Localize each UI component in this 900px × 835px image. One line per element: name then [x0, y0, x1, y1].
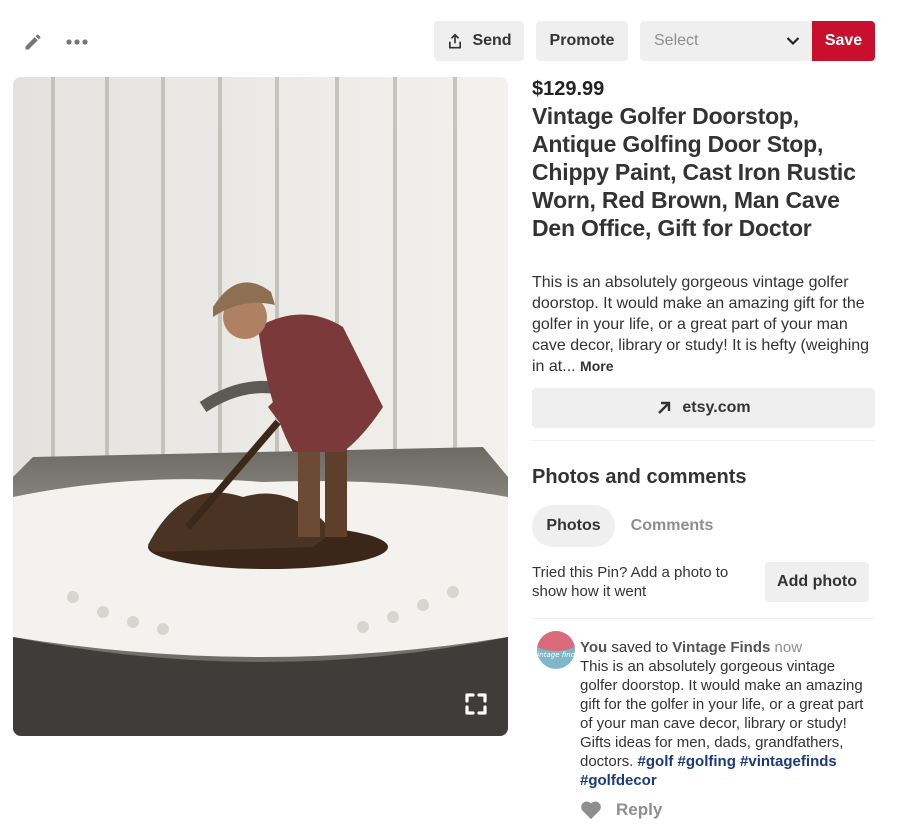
board-select[interactable]: Select — [640, 21, 812, 61]
comment-actions: Reply — [580, 800, 662, 820]
edit-pencil-icon[interactable] — [18, 28, 48, 56]
hashtag[interactable]: #golfing — [678, 753, 736, 770]
add-photo-label: Add photo — [777, 573, 857, 590]
tab-photos[interactable]: Photos — [532, 505, 615, 547]
reply-button[interactable]: Reply — [616, 800, 662, 820]
promote-label: Promote — [549, 32, 615, 49]
tried-pin-prompt: Tried this Pin? Add a photo to show how … — [532, 564, 729, 600]
avatar-text: vintage finds — [537, 651, 575, 659]
pin-title: Vintage Golfer Doorstop, Antique Golfing… — [532, 103, 856, 241]
pin-description: This is an absolutely gorgeous vintage g… — [532, 272, 875, 377]
comment-user[interactable]: You — [580, 639, 607, 656]
more-link[interactable]: More — [580, 358, 613, 374]
pin-price: $129.99 — [532, 78, 605, 100]
tab-comments[interactable]: Comments — [622, 505, 722, 547]
add-photo-button[interactable]: Add photo — [765, 562, 869, 602]
comment-action: saved to — [611, 639, 669, 656]
send-label: Send — [472, 32, 512, 49]
pin-image[interactable] — [13, 77, 508, 736]
divider — [532, 618, 875, 619]
avatar[interactable]: vintage finds — [537, 631, 575, 669]
comment-board[interactable]: Vintage Finds — [672, 639, 770, 656]
source-link-button[interactable]: etsy.com — [532, 388, 875, 428]
send-button[interactable]: Send — [434, 21, 524, 61]
save-label: Save — [824, 32, 863, 49]
hashtag[interactable]: #golfdecor — [580, 772, 657, 789]
comment: You saved to Vintage Finds now This is a… — [580, 638, 875, 790]
comment-time: now — [774, 639, 803, 656]
promote-button[interactable]: Promote — [536, 21, 628, 61]
expand-fullscreen-icon[interactable] — [462, 690, 490, 718]
divider — [532, 440, 875, 441]
save-button[interactable]: Save — [812, 21, 875, 61]
photos-comments-heading: Photos and comments — [532, 466, 747, 488]
hashtag[interactable]: #golf — [638, 753, 674, 770]
hashtag[interactable]: #vintagefinds — [740, 753, 837, 770]
chevron-down-icon — [786, 37, 800, 46]
share-upload-icon — [449, 33, 462, 49]
source-link-label: etsy.com — [682, 399, 751, 416]
arrow-up-right-icon — [658, 401, 671, 414]
more-dots-icon[interactable] — [62, 28, 92, 56]
heart-icon[interactable] — [580, 800, 602, 820]
board-select-placeholder: Select — [654, 32, 699, 49]
